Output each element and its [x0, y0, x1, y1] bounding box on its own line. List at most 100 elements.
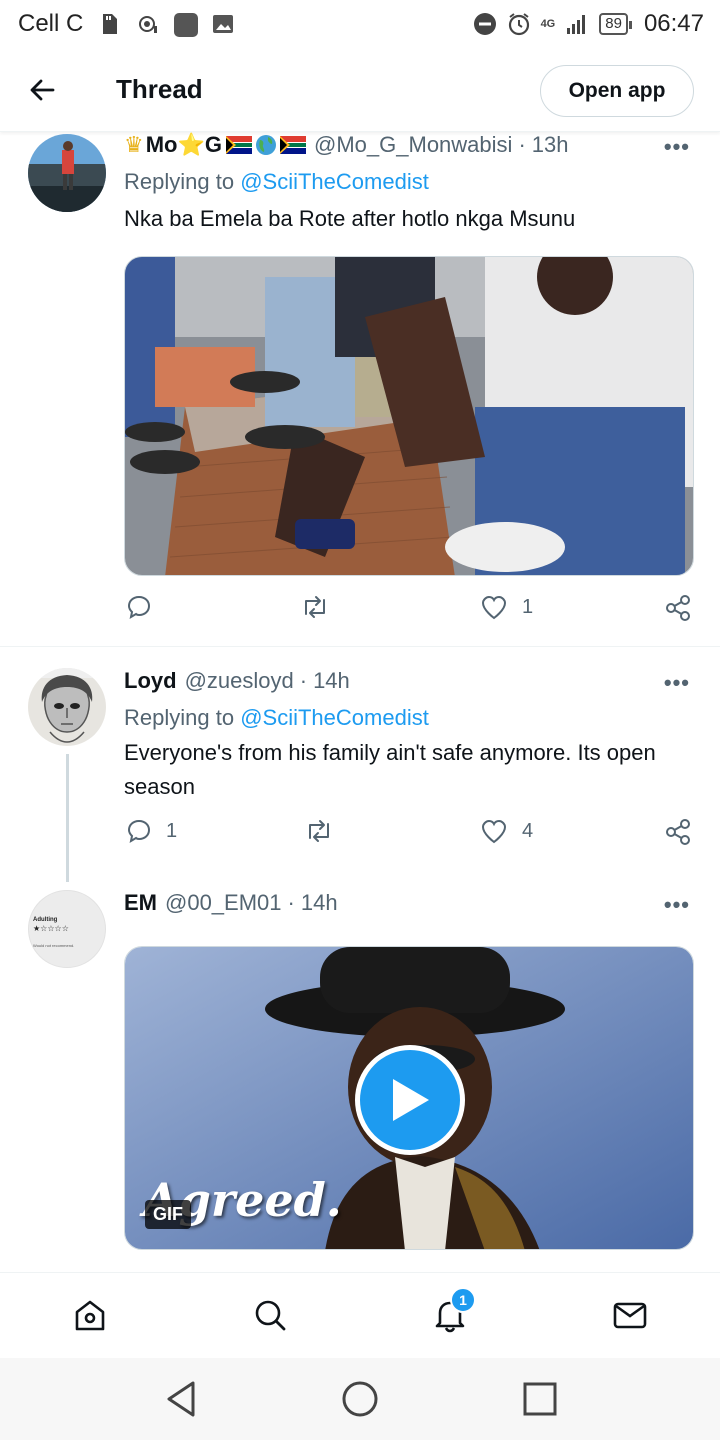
signal-icon: [565, 12, 589, 36]
tweet-time[interactable]: 14h: [313, 668, 350, 694]
notification-badge: 1: [450, 1287, 476, 1313]
avatar[interactable]: [28, 668, 106, 746]
carrier-name: Cell C: [18, 10, 84, 37]
photo-image: [125, 257, 693, 575]
tweet-header: Loyd @zuesloyd · 14h: [124, 668, 350, 694]
tweet-actions: 1: [124, 594, 694, 634]
search-icon: [255, 1300, 286, 1331]
home-icon: [75, 1300, 105, 1331]
reply-button[interactable]: 1: [126, 818, 177, 844]
avatar[interactable]: [28, 134, 106, 212]
triangle-back-icon: [167, 1381, 195, 1417]
separator-dot: ·: [299, 668, 308, 693]
retweet-icon: [309, 820, 329, 842]
network-type: 4G: [540, 18, 556, 30]
tweet-text: Nka ba Emela ba Rote after hotlo nkga Ms…: [124, 206, 576, 231]
user-avatar-image: [28, 134, 106, 212]
like-count: 4: [522, 819, 534, 842]
crown-emoji: ♛: [124, 132, 144, 157]
tweet-time[interactable]: 14h: [301, 890, 338, 916]
status-time: 06:47: [643, 10, 704, 37]
replying-to: Replying to @SciiTheComedist: [124, 705, 429, 731]
tweet-text: Everyone's from his family ain't safe an…: [124, 740, 656, 799]
separator-dot: ·: [287, 890, 295, 915]
battery-indicator: 89: [599, 13, 632, 35]
bottom-navigation: 1: [0, 1272, 720, 1358]
user-handle[interactable]: @zuesloyd: [185, 668, 294, 694]
more-options-button[interactable]: •••: [664, 670, 690, 696]
retweet-icon: [305, 596, 325, 618]
mention-link[interactable]: @SciiTheComedist: [240, 169, 429, 194]
tweet-header: ♛ Mo⭐G @Mo_G_Monwabisi · 13h: [124, 132, 568, 158]
user-handle[interactable]: @00_EM01: [165, 890, 282, 916]
avatar-text: Adulting: [33, 917, 58, 923]
play-button[interactable]: [355, 1045, 465, 1155]
separator-dot: ·: [518, 132, 526, 157]
hotspot-icon: [135, 12, 159, 36]
back-button[interactable]: [24, 72, 60, 108]
display-name[interactable]: EM: [124, 890, 157, 916]
messages-tab[interactable]: [610, 1295, 650, 1335]
reply-count: 1: [166, 819, 178, 842]
arrow-left-icon: [30, 79, 55, 101]
mail-icon: [613, 1302, 647, 1329]
sd-card-icon: [97, 12, 121, 36]
open-app-button[interactable]: Open app: [540, 65, 694, 117]
south-africa-flag-icon: [226, 136, 253, 154]
tweet[interactable]: Loyd @zuesloyd · 14h ••• Replying to @Sc…: [0, 666, 720, 886]
tweet-header: EM @00_EM01 · 14h: [124, 890, 338, 916]
app-notification-icon: [173, 12, 199, 37]
play-icon: [393, 1079, 429, 1121]
share-icon: [666, 595, 690, 621]
android-home-button[interactable]: [339, 1378, 381, 1420]
reply-icon: [127, 595, 151, 620]
tweet-photo[interactable]: [124, 256, 694, 576]
tweet[interactable]: Adulting ★☆☆☆☆ Would not recommend. EM @…: [0, 888, 720, 1272]
android-recents-button[interactable]: [519, 1378, 561, 1420]
android-navigation-bar: [0, 1358, 720, 1440]
tweet-time[interactable]: 13h: [532, 132, 569, 158]
like-button[interactable]: 4: [480, 818, 533, 844]
heart-icon: [481, 819, 507, 844]
tweet-gif[interactable]: Agreed. GIF: [124, 946, 694, 1250]
replying-to-label: Replying to: [124, 705, 235, 730]
circle-home-icon: [342, 1381, 378, 1417]
share-button[interactable]: [664, 818, 692, 846]
reply-icon: [127, 819, 151, 844]
avatar-stars: ★☆☆☆☆: [33, 924, 69, 933]
reply-button[interactable]: [126, 594, 166, 620]
tweet[interactable]: ♛ Mo⭐G @Mo_G_Monwabisi · 13h ••• Replyin…: [0, 132, 720, 646]
avatar[interactable]: Adulting ★☆☆☆☆ Would not recommend.: [28, 890, 106, 968]
gallery-icon: [211, 12, 235, 36]
home-tab[interactable]: [70, 1295, 110, 1335]
user-handle[interactable]: @Mo_G_Monwabisi: [314, 132, 512, 158]
retweet-button[interactable]: [300, 594, 344, 620]
thread-connector-line: [66, 754, 69, 882]
share-icon: [666, 819, 690, 845]
thread-header: Thread Open app: [0, 50, 720, 132]
south-africa-flag-icon: [280, 136, 307, 154]
status-bar: Cell C 4G 89 06:47: [0, 0, 720, 50]
retweet-button[interactable]: [304, 818, 348, 844]
more-options-button[interactable]: •••: [664, 134, 690, 160]
android-back-button[interactable]: [160, 1378, 202, 1420]
like-button[interactable]: 1: [480, 594, 533, 620]
tweet-divider: [0, 646, 720, 647]
search-tab[interactable]: [250, 1295, 290, 1335]
display-name[interactable]: Mo⭐G: [146, 132, 222, 158]
avatar-caption: Would not recommend.: [33, 943, 75, 948]
alarm-icon: [507, 12, 531, 36]
tweet-actions: 1 4: [124, 818, 694, 858]
do-not-disturb-icon: [473, 12, 497, 36]
share-button[interactable]: [664, 594, 692, 622]
gif-badge: GIF: [145, 1200, 191, 1229]
mention-link[interactable]: @SciiTheComedist: [240, 705, 429, 730]
display-name[interactable]: Loyd: [124, 668, 177, 694]
more-options-button[interactable]: •••: [664, 892, 690, 918]
like-count: 1: [522, 595, 534, 618]
globe-emoji-icon: [256, 135, 277, 155]
page-title: Thread: [116, 74, 203, 104]
replying-to-label: Replying to: [124, 169, 235, 194]
heart-icon: [481, 595, 507, 620]
flag-emoji: [226, 134, 307, 156]
